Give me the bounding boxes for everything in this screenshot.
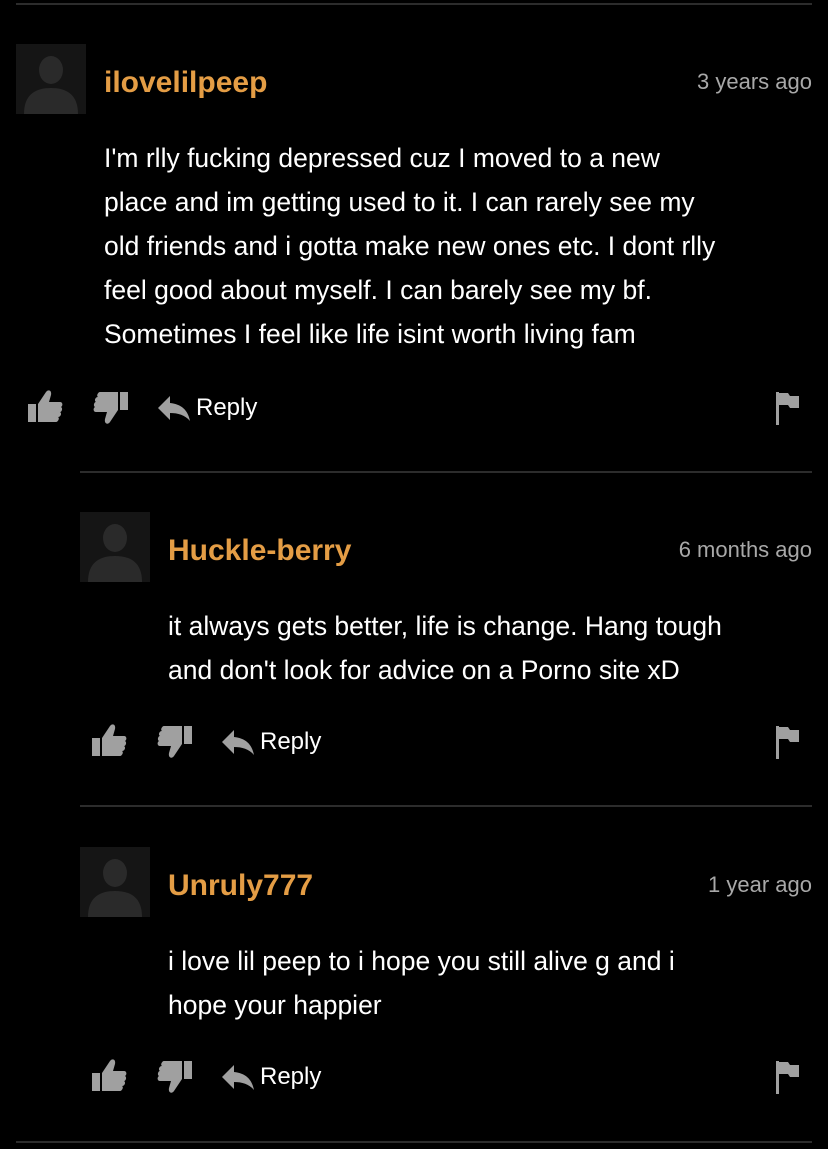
- comment-actions: Reply: [0, 1057, 828, 1097]
- flag-icon[interactable]: [774, 724, 800, 765]
- thumbs-down-icon[interactable]: [92, 390, 130, 426]
- thumbs-up-icon[interactable]: [90, 1057, 128, 1093]
- comment-item: Huckle-berry 6 months ago it always gets…: [0, 472, 828, 805]
- comment-line: i love lil peep to i hope you still aliv…: [168, 946, 675, 976]
- avatar-silhouette-icon: [80, 847, 150, 917]
- comment-username[interactable]: ilovelilpeep: [104, 66, 267, 100]
- reply-button[interactable]: Reply: [220, 1057, 330, 1097]
- comment-line: old friends and i gotta make new ones et…: [104, 231, 716, 261]
- reply-arrow-icon: [222, 1065, 254, 1090]
- comment-timestamp: 1 year ago: [708, 872, 812, 897]
- thumbs-up-icon[interactable]: [90, 722, 128, 758]
- comment-line: hope your happier: [168, 990, 382, 1020]
- reply-label: Reply: [196, 394, 258, 421]
- comment-line: place and im getting used to it. I can r…: [104, 187, 695, 217]
- comment-divider: [16, 1141, 812, 1143]
- flag-icon[interactable]: [774, 1059, 800, 1100]
- reply-arrow-icon: [222, 730, 254, 755]
- comment-item: ilovelilpeep 3 years ago I'm rlly fuckin…: [0, 0, 828, 470]
- comment-body: i love lil peep to i hope you still aliv…: [168, 939, 675, 1027]
- avatar[interactable]: [16, 44, 86, 114]
- comment-line: feel good about myself. I can barely see…: [104, 275, 652, 305]
- avatar-silhouette-icon: [16, 44, 86, 114]
- comment-timestamp: 3 years ago: [697, 69, 812, 94]
- comment-username[interactable]: Unruly777: [168, 869, 313, 903]
- reply-button[interactable]: Reply: [220, 722, 330, 762]
- comment-line: I'm rlly fucking depressed cuz I moved t…: [104, 143, 660, 173]
- comment-actions: Reply: [0, 388, 828, 428]
- thumbs-down-icon[interactable]: [156, 1059, 194, 1095]
- avatar-silhouette-icon: [80, 512, 150, 582]
- comment-line: Sometimes I feel like life isint worth l…: [104, 319, 636, 349]
- reply-button[interactable]: Reply: [156, 388, 266, 428]
- thumbs-up-icon[interactable]: [26, 388, 64, 424]
- avatar[interactable]: [80, 512, 150, 582]
- thumbs-down-icon[interactable]: [156, 724, 194, 760]
- comment-actions: Reply: [0, 722, 828, 762]
- avatar[interactable]: [80, 847, 150, 917]
- comment-item: Unruly777 1 year ago i love lil peep to …: [0, 807, 828, 1140]
- reply-arrow-icon: [158, 396, 190, 421]
- comment-body: I'm rlly fucking depressed cuz I moved t…: [104, 136, 715, 356]
- reply-label: Reply: [260, 728, 322, 755]
- flag-icon[interactable]: [774, 390, 800, 431]
- comment-line: and don't look for advice on a Porno sit…: [168, 655, 680, 685]
- reply-label: Reply: [260, 1063, 322, 1090]
- comment-line: it always gets better, life is change. H…: [168, 611, 722, 641]
- comment-body: it always gets better, life is change. H…: [168, 604, 722, 692]
- comment-timestamp: 6 months ago: [678, 537, 812, 562]
- comment-username[interactable]: Huckle-berry: [168, 534, 351, 568]
